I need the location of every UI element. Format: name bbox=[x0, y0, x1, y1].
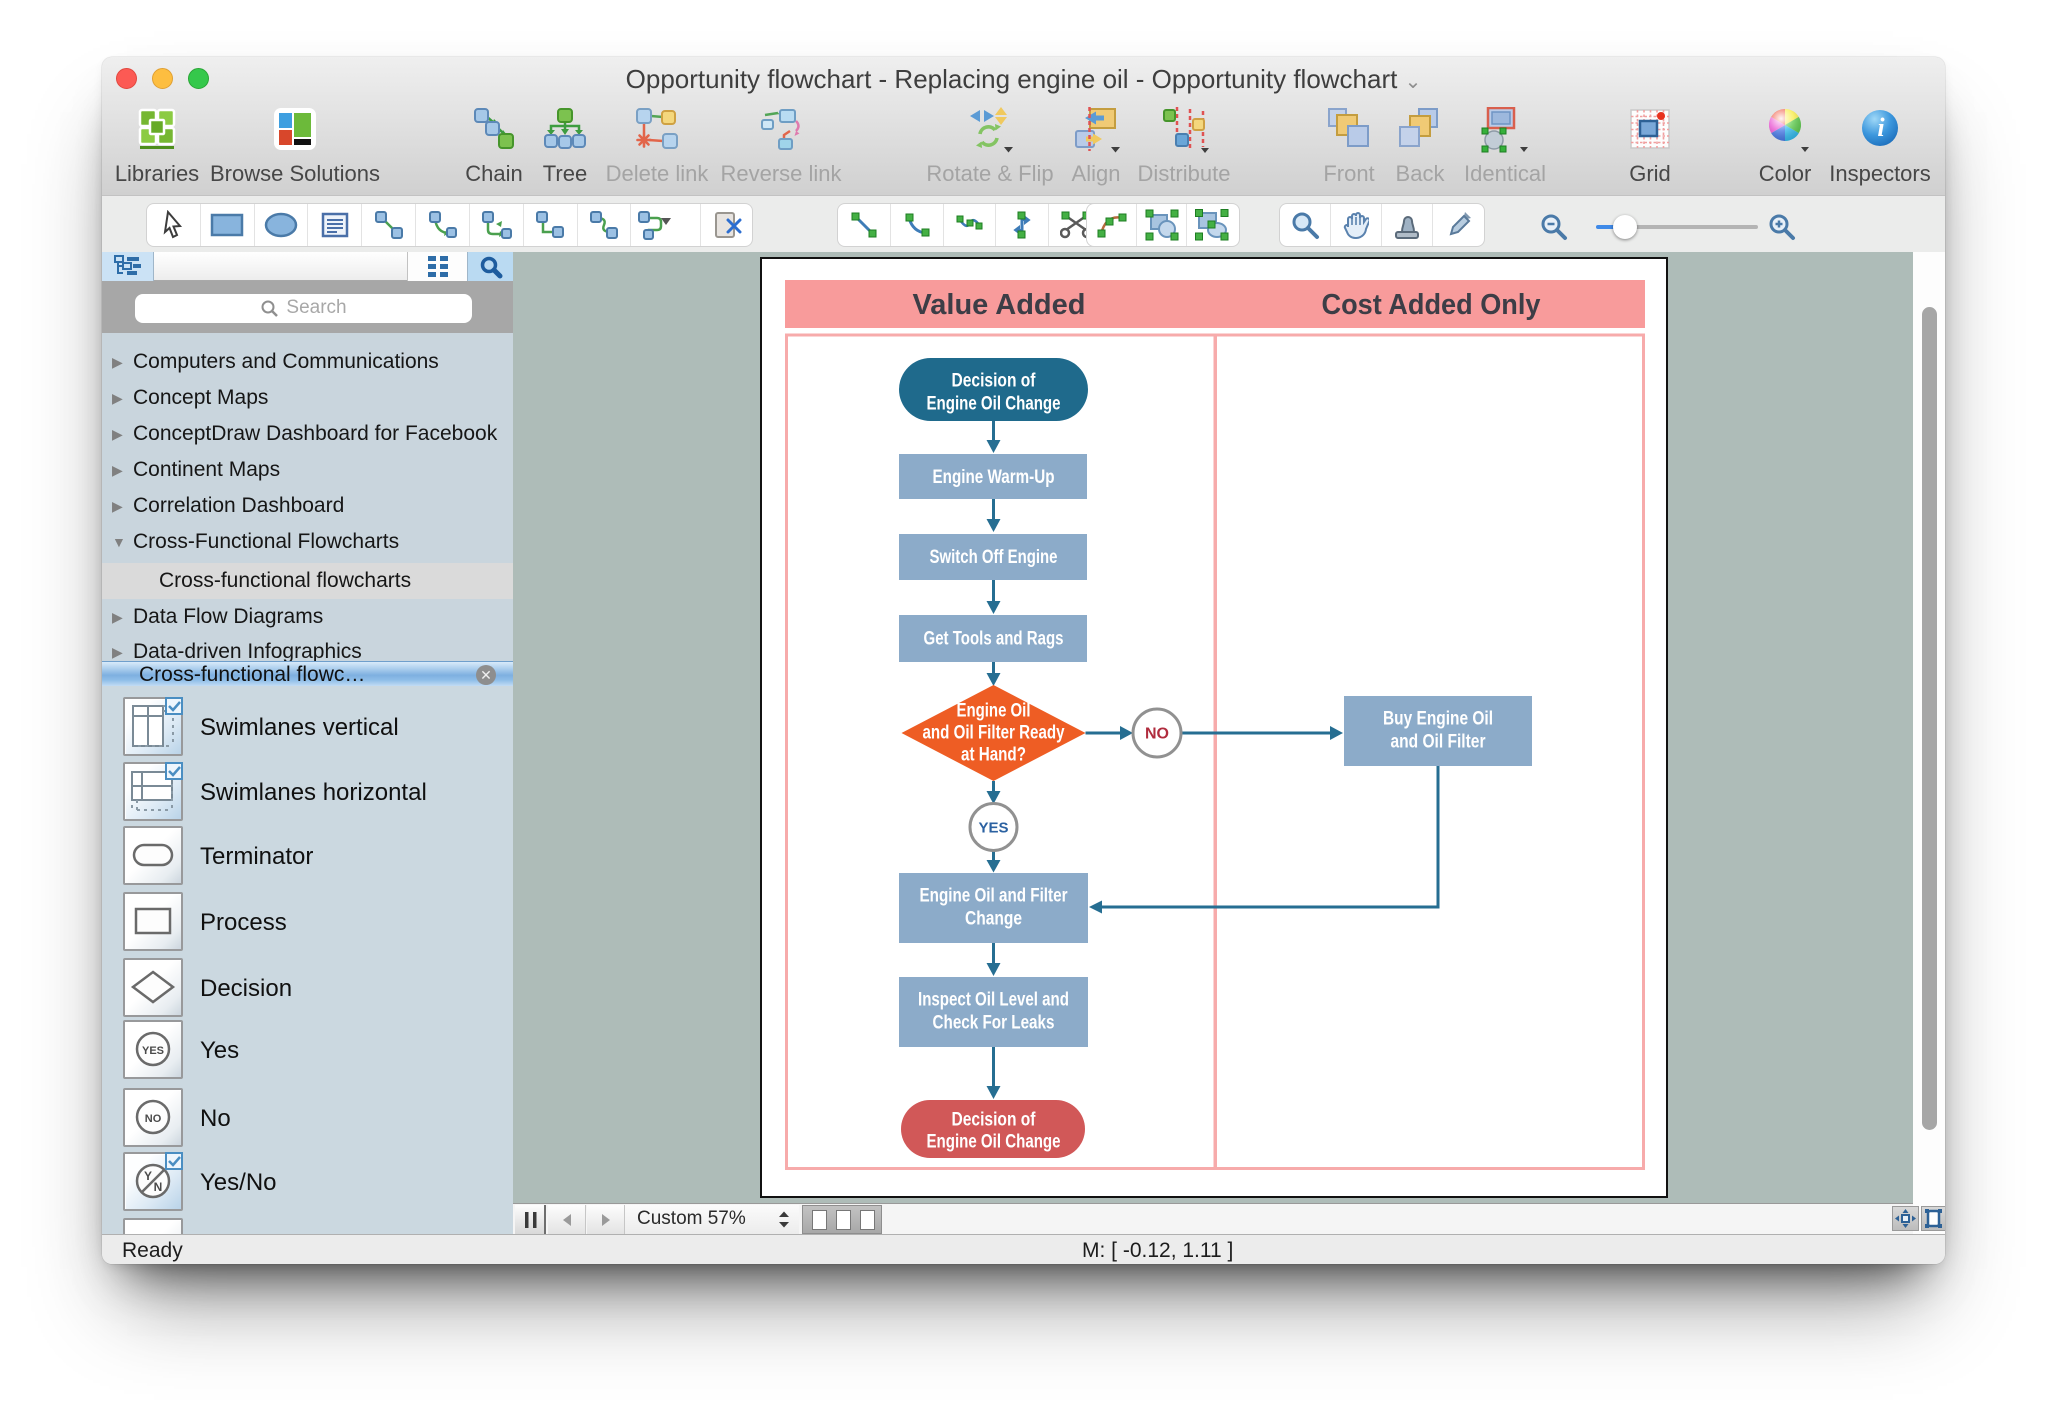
svg-text:Inspect Oil Level and: Inspect Oil Level and bbox=[918, 990, 1069, 1011]
svg-text:NO: NO bbox=[1145, 726, 1169, 743]
svg-text:NO: NO bbox=[145, 1113, 162, 1125]
svg-text:Engine Oil: Engine Oil bbox=[957, 701, 1031, 722]
svg-text:Switch Off Engine: Switch Off Engine bbox=[930, 547, 1058, 568]
svg-text:Get Tools and Rags: Get Tools and Rags bbox=[924, 629, 1064, 650]
svg-text:YES: YES bbox=[978, 820, 1008, 837]
svg-text:Cost Added Only: Cost Added Only bbox=[1322, 289, 1541, 321]
svg-text:Engine Oil Change: Engine Oil Change bbox=[927, 394, 1061, 415]
svg-text:Buy Engine Oil: Buy Engine Oil bbox=[1383, 709, 1493, 730]
svg-text:Change: Change bbox=[965, 909, 1022, 930]
svg-text:and Oil Filter Ready: and Oil Filter Ready bbox=[923, 723, 1065, 744]
svg-text:Decision of: Decision of bbox=[952, 1110, 1037, 1131]
svg-text:N: N bbox=[154, 1180, 163, 1194]
svg-text:Engine Warm-Up: Engine Warm-Up bbox=[933, 467, 1055, 488]
svg-text:Check For Leaks: Check For Leaks bbox=[933, 1013, 1055, 1034]
svg-text:Y: Y bbox=[144, 1169, 152, 1183]
svg-text:YES: YES bbox=[142, 1045, 164, 1057]
svg-text:at Hand?: at Hand? bbox=[961, 745, 1026, 766]
svg-text:and Oil Filter: and Oil Filter bbox=[1391, 732, 1486, 753]
svg-text:Decision of: Decision of bbox=[952, 371, 1037, 392]
svg-text:Engine Oil and Filter: Engine Oil and Filter bbox=[920, 886, 1068, 907]
svg-text:i: i bbox=[1877, 113, 1885, 142]
svg-text:Engine Oil Change: Engine Oil Change bbox=[927, 1132, 1061, 1153]
svg-text:Value Added: Value Added bbox=[913, 289, 1086, 321]
